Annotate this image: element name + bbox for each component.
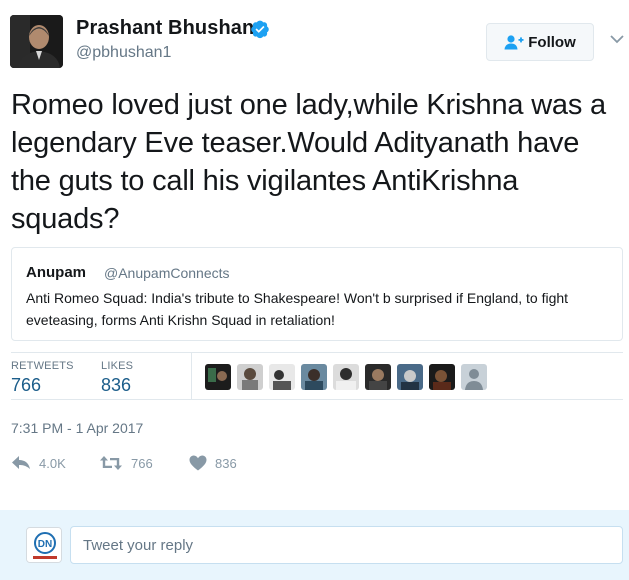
retweet-count: 766 bbox=[131, 455, 153, 471]
tweet-header: Prashant Bhushan @pbhushan1 Follow bbox=[0, 0, 629, 80]
liker-avatar[interactable] bbox=[333, 364, 359, 390]
tweet-text: Romeo loved just one lady,while Krishna … bbox=[11, 89, 606, 235]
chevron-down-icon[interactable] bbox=[610, 34, 624, 44]
verified-badge-icon bbox=[251, 20, 269, 39]
liker-avatar[interactable] bbox=[269, 364, 295, 390]
likes-label: LIKES bbox=[101, 360, 134, 372]
liker-avatar[interactable] bbox=[429, 364, 455, 390]
tweet-stats: RETWEETS 766 LIKES 836 bbox=[11, 352, 623, 400]
liker-avatar[interactable] bbox=[237, 364, 263, 390]
reply-button[interactable]: 4.0K bbox=[11, 453, 66, 473]
likes-count: 836 bbox=[101, 375, 132, 395]
liker-avatar[interactable] bbox=[365, 364, 391, 390]
reply-input[interactable] bbox=[70, 526, 623, 564]
retweet-button[interactable]: 766 bbox=[99, 453, 153, 473]
like-count: 836 bbox=[215, 455, 237, 471]
retweets-count: 766 bbox=[11, 375, 42, 395]
liker-avatar-default[interactable] bbox=[461, 364, 487, 390]
tweet-timestamp[interactable]: 7:31 PM - 1 Apr 2017 bbox=[11, 420, 143, 436]
quoted-tweet-text: Anti Romeo Squad: India's tribute to Sha… bbox=[26, 290, 569, 328]
current-user-avatar[interactable]: DN bbox=[26, 527, 62, 563]
author-avatar[interactable] bbox=[10, 15, 63, 68]
follow-person-plus-icon bbox=[504, 35, 524, 50]
quoted-tweet[interactable]: Anupam @AnupamConnects Anti Romeo Squad:… bbox=[11, 247, 623, 341]
reply-area: DN bbox=[0, 510, 629, 580]
retweets-stat[interactable]: RETWEETS 766 bbox=[11, 360, 74, 396]
tweet-actions: 4.0K 766 836 bbox=[11, 453, 311, 473]
liker-avatar[interactable] bbox=[397, 364, 423, 390]
reply-icon bbox=[12, 456, 30, 469]
quoted-author-handle: @AnupamConnects bbox=[104, 265, 230, 281]
liker-avatars bbox=[205, 364, 493, 390]
author-name[interactable]: Prashant Bhushan bbox=[76, 17, 254, 40]
liker-avatar[interactable] bbox=[205, 364, 231, 390]
retweets-label: RETWEETS bbox=[11, 360, 74, 372]
like-button[interactable]: 836 bbox=[189, 453, 237, 473]
likes-stat[interactable]: LIKES 836 bbox=[101, 360, 133, 396]
author-handle[interactable]: @pbhushan1 bbox=[76, 44, 171, 62]
heart-icon bbox=[189, 455, 207, 471]
follow-label: Follow bbox=[528, 33, 576, 51]
reply-count: 4.0K bbox=[39, 455, 66, 471]
stats-divider bbox=[191, 353, 192, 399]
liker-avatar[interactable] bbox=[301, 364, 327, 390]
quoted-author-name: Anupam bbox=[26, 264, 86, 281]
follow-button[interactable]: Follow bbox=[486, 23, 594, 61]
reply-avatar-text: DN bbox=[38, 539, 52, 550]
retweet-icon bbox=[100, 456, 122, 470]
